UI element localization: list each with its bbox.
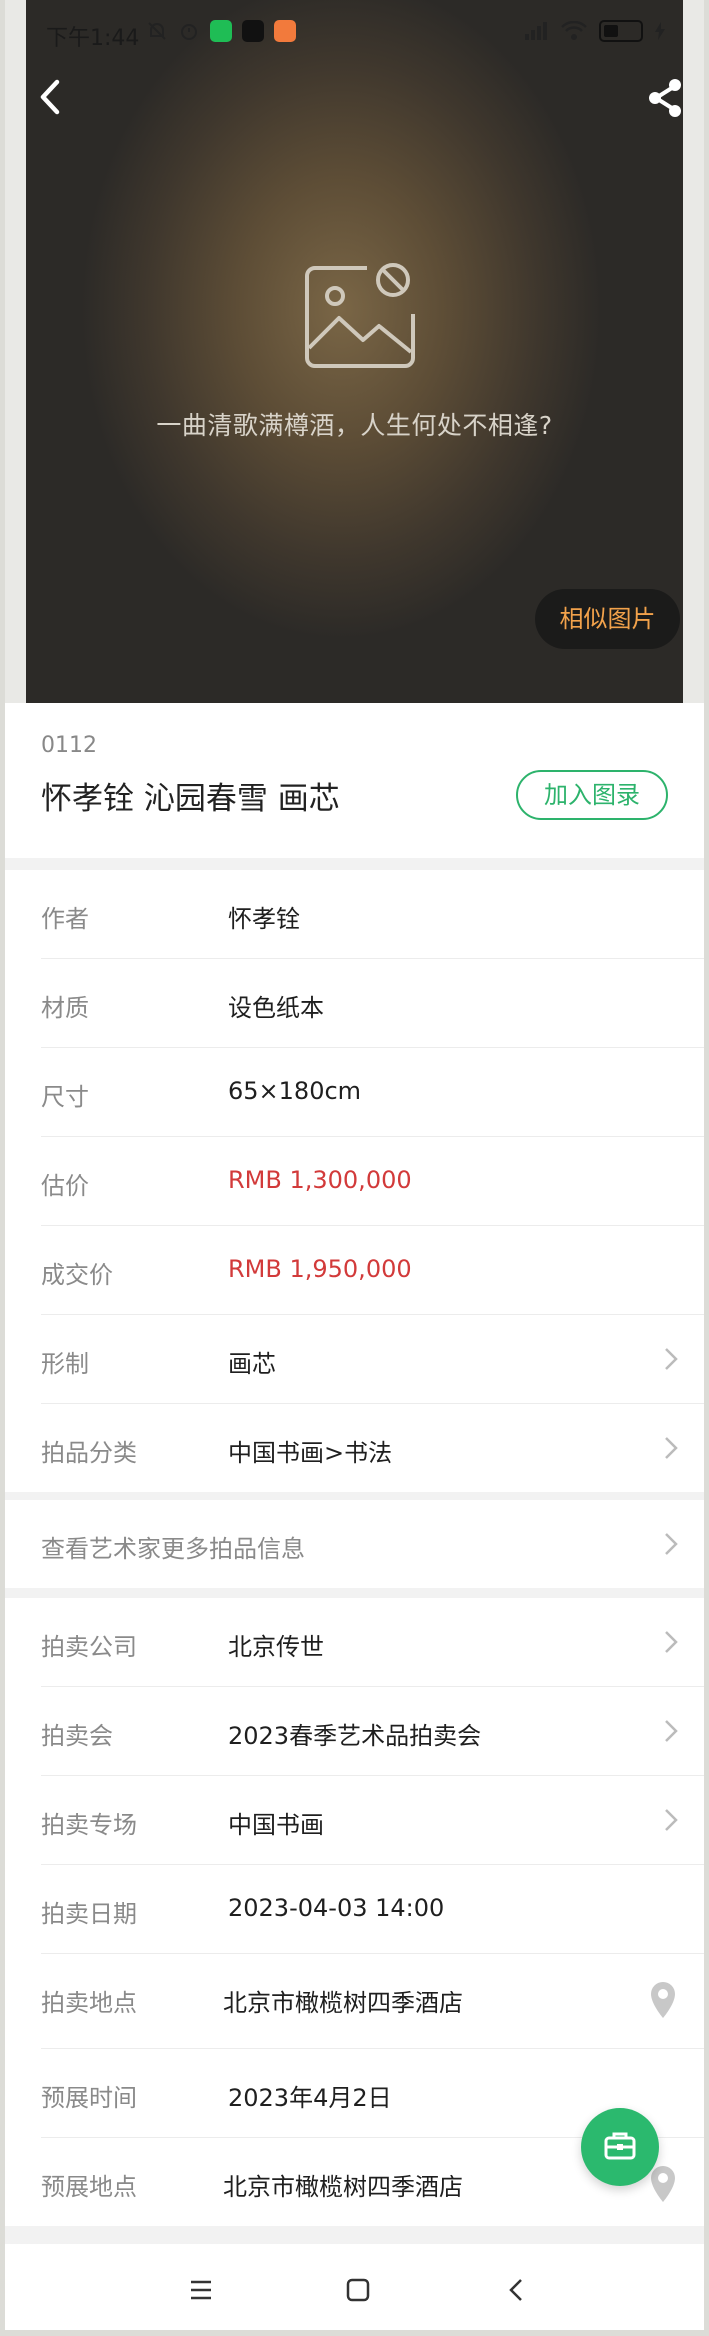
detail-value: 65×180cm: [228, 1077, 362, 1105]
chevron-right-icon: [665, 1348, 678, 1370]
detail-label: 估价: [41, 1172, 89, 1200]
detail-value: 画芯: [228, 1350, 276, 1378]
chevron-right-icon: [665, 1720, 678, 1742]
artist-more-link[interactable]: 查看艺术家更多拍品信息: [5, 1500, 704, 1588]
auction-value: 北京传世: [228, 1633, 324, 1661]
back-button[interactable]: [31, 72, 71, 122]
toolbox-fab-button[interactable]: [581, 2108, 659, 2186]
location-pin-icon[interactable]: [648, 1980, 678, 2020]
auction-label: 预展时间: [41, 2084, 137, 2112]
wifi-icon: [561, 21, 587, 40]
detail-row-format[interactable]: 形制 画芯: [41, 1315, 704, 1404]
auction-label: 拍卖公司: [41, 1633, 137, 1661]
detail-row-material: 材质 设色纸本: [41, 959, 704, 1048]
auction-label: 拍卖日期: [41, 1900, 137, 1928]
auction-label: 拍卖会: [41, 1722, 113, 1750]
auction-value: 2023-04-03 14:00: [228, 1894, 445, 1922]
detail-label: 成交价: [41, 1261, 113, 1289]
detail-row-category[interactable]: 拍品分类 中国书画>书法: [41, 1404, 704, 1492]
auction-row-company[interactable]: 拍卖公司 北京传世: [41, 1598, 704, 1687]
chevron-right-icon: [665, 1533, 678, 1555]
tiktok-icon: [242, 20, 264, 42]
chevron-right-icon: [665, 1437, 678, 1459]
detail-label: 拍品分类: [41, 1439, 137, 1467]
artist-more-section: 查看艺术家更多拍品信息: [5, 1500, 704, 1588]
auction-value: 2023年4月2日: [228, 2084, 392, 2112]
details-section: 作者 怀孝铨 材质 设色纸本 尺寸 65×180cm 估价 RMB 1,300,…: [5, 870, 704, 1492]
hero-caption: 一曲清歌满樽酒，人生何处不相逢?: [156, 411, 553, 440]
status-notification-icons: [146, 20, 296, 42]
detail-label: 作者: [41, 905, 89, 933]
auction-row-location[interactable]: 拍卖地点 北京市橄榄树四季酒店: [41, 1954, 704, 2049]
hammer-price: RMB 1,950,000: [228, 1255, 412, 1283]
auction-value: 2023春季艺术品拍卖会: [228, 1722, 482, 1750]
chevron-left-icon: [40, 79, 60, 115]
system-nav-bar: [5, 2244, 704, 2330]
detail-value: 怀孝铨: [228, 905, 300, 933]
wechat-icon: [210, 20, 232, 42]
chevron-right-icon: [665, 1809, 678, 1831]
detail-label: 尺寸: [41, 1083, 89, 1111]
detail-row-author: 作者 怀孝铨: [41, 870, 704, 959]
app-icon: [274, 20, 296, 42]
auction-value: 北京市橄榄树四季酒店: [223, 2173, 463, 2201]
status-time: 下午1:44: [46, 26, 140, 51]
auction-label: 拍卖专场: [41, 1811, 137, 1839]
chevron-right-icon: [665, 1631, 678, 1653]
detail-value: 中国书画>书法: [228, 1439, 393, 1467]
detail-value: 设色纸本: [228, 994, 324, 1022]
lot-number: 0112: [41, 733, 97, 758]
auction-row-session[interactable]: 拍卖专场 中国书画: [41, 1776, 704, 1865]
home-square-icon[interactable]: [336, 2268, 380, 2312]
lot-title: 怀孝铨 沁园春雪 画芯: [41, 781, 340, 817]
back-triangle-icon[interactable]: [495, 2268, 539, 2312]
signal-icon: [525, 22, 547, 40]
estimate-price: RMB 1,300,000: [228, 1166, 412, 1194]
detail-label: 形制: [41, 1350, 89, 1378]
status-bar: 下午1:44: [26, 0, 683, 64]
charging-icon: [655, 22, 665, 40]
share-icon: [649, 79, 681, 117]
detail-row-hammer-price: 成交价 RMB 1,950,000: [41, 1226, 704, 1315]
auction-value: 北京市橄榄树四季酒店: [223, 1989, 463, 2017]
mute-bell-icon: [148, 22, 166, 40]
detail-row-estimate: 估价 RMB 1,300,000: [41, 1137, 704, 1226]
detail-label: 材质: [41, 994, 89, 1022]
auction-label: 拍卖地点: [41, 1989, 137, 2017]
broken-image-icon: [305, 263, 415, 368]
hero-section: 下午1:44 一曲清歌满樽酒，人生何处不相逢? 相似图片: [5, 0, 704, 703]
auction-row-sale[interactable]: 拍卖会 2023春季艺术品拍卖会: [41, 1687, 704, 1776]
menu-icon[interactable]: [179, 2268, 223, 2312]
detail-row-size: 尺寸 65×180cm: [41, 1048, 704, 1137]
auction-label: 预展地点: [41, 2173, 137, 2201]
auction-row-date: 拍卖日期 2023-04-03 14:00: [41, 1865, 704, 1954]
share-button[interactable]: [645, 76, 685, 120]
status-system-icons: [525, 20, 665, 42]
app-screen: 下午1:44 一曲清歌满樽酒，人生何处不相逢? 相似图片 0112 怀孝铨 沁园…: [5, 0, 704, 2330]
lot-title-card: 0112 怀孝铨 沁园春雪 画芯 加入图录: [5, 703, 704, 858]
add-to-catalog-button[interactable]: 加入图录: [516, 770, 668, 820]
auction-value: 中国书画: [228, 1811, 324, 1839]
similar-images-button[interactable]: 相似图片: [535, 589, 680, 649]
alarm-icon: [181, 24, 197, 40]
briefcase-icon: [604, 2132, 636, 2160]
battery-icon: [599, 20, 643, 42]
artist-more-label: 查看艺术家更多拍品信息: [41, 1535, 305, 1563]
